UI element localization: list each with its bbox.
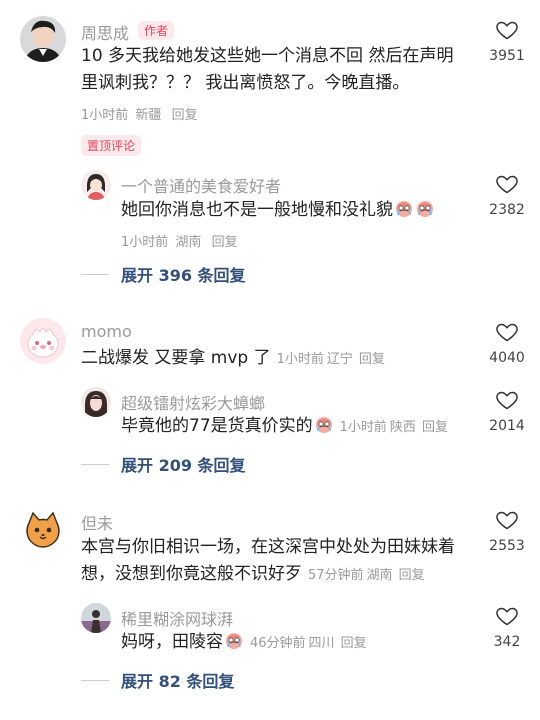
commenter-name[interactable]: momo (81, 322, 132, 341)
heart-outline-icon[interactable] (495, 604, 519, 628)
comment-line: 想，没想到你竟这般不识好歹 (81, 564, 302, 584)
comment-time: 1小时前 (276, 352, 324, 367)
reply-time: 46分钟前 (250, 636, 306, 651)
comment-location: 辽宁 (326, 352, 353, 367)
like-count: 3951 (489, 48, 525, 64)
reply-location: 四川 (308, 636, 335, 651)
like-button[interactable]: 2014 (481, 388, 533, 434)
reply-content: 毕竟他的77是货真价实的 (121, 416, 313, 436)
divider (81, 463, 109, 465)
comment-location: 新疆 (135, 108, 162, 123)
comment-content: 二战爆发 又要拿 mvp 了 (81, 348, 271, 368)
avatar[interactable] (20, 318, 66, 364)
pinned-badge: 置顶评论 (81, 135, 142, 156)
reply-content: 她回你消息也不是一般地慢和没礼貌 (121, 200, 393, 220)
expand-replies-button[interactable]: 展开 396 条回复 (81, 262, 246, 286)
author-badge: 作者 (138, 21, 175, 40)
reply-location: 陕西 (389, 420, 416, 435)
expand-replies-label[interactable]: 展开 209 条回复 (121, 452, 246, 476)
reply-text: 妈呀，田陵容 46分钟前 四川 回复 (121, 629, 367, 657)
avatar[interactable] (20, 508, 66, 554)
reply-button[interactable]: 回复 (359, 352, 385, 367)
avatar[interactable] (20, 16, 66, 62)
reply-text: 毕竟他的77是货真价实的 1小时前 陕西 回复 (121, 413, 448, 441)
crying-face-emoji (314, 414, 334, 434)
like-button[interactable]: 4040 (481, 320, 533, 366)
crying-face-emoji (394, 198, 414, 218)
reply-button[interactable]: 回复 (422, 420, 448, 435)
reply-location: 湖南 (175, 235, 202, 250)
crying-face-emoji (224, 630, 244, 650)
reply-time: 1小时前 (339, 420, 387, 435)
comment-time: 1小时前 (81, 108, 129, 123)
comment-text: 10 多天我给她发这些她一个消息不回 然后在声明 里讽刺我？？？ 我出离愤怒了。… (81, 43, 453, 97)
like-count: 4040 (489, 350, 525, 366)
reply-avatar[interactable] (81, 387, 111, 417)
expand-replies-button[interactable]: 展开 209 条回复 (81, 452, 246, 476)
reply-button[interactable]: 回复 (172, 108, 198, 123)
reply-button[interactable]: 回复 (399, 568, 425, 583)
reply-avatar[interactable] (81, 603, 111, 633)
reply-text: 她回你消息也不是一般地慢和没礼貌 (121, 197, 435, 224)
divider (81, 679, 109, 681)
divider (81, 273, 109, 275)
like-button[interactable]: 2553 (481, 508, 533, 554)
reply-meta: 1小时前 湖南 回复 (121, 231, 238, 250)
expand-replies-label[interactable]: 展开 82 条回复 (121, 668, 234, 692)
like-button[interactable]: 342 (481, 604, 533, 650)
comment-line: 10 多天我给她发这些她一个消息不回 然后在声明 (81, 46, 454, 66)
reply-button[interactable]: 回复 (212, 235, 238, 250)
comment-location: 湖南 (366, 568, 393, 583)
like-count: 2014 (489, 418, 525, 434)
heart-outline-icon[interactable] (495, 320, 519, 344)
heart-outline-icon[interactable] (495, 388, 519, 412)
like-button[interactable]: 2382 (481, 172, 533, 218)
reply-name[interactable]: 稀里糊涂网球湃 (121, 606, 233, 630)
expand-replies-button[interactable]: 展开 82 条回复 (81, 668, 234, 692)
reply-name[interactable]: 一个普通的美食爱好者 (121, 173, 281, 197)
reply-avatar[interactable] (81, 170, 111, 200)
heart-outline-icon[interactable] (495, 18, 519, 42)
comment-line: 里讽刺我？？？ 我出离愤怒了。今晚直播。 (81, 73, 410, 93)
comment-text: 本宫与你旧相识一场，在这深宫中处处为田妹妹着 想，没想到你竟这般不识好歹 57分钟… (81, 534, 455, 589)
commenter-name[interactable]: 但未 (81, 510, 113, 534)
comment-meta: 1小时前 新疆 回复 (81, 104, 198, 123)
like-count: 2553 (489, 538, 525, 554)
like-count: 342 (493, 634, 521, 650)
reply-button[interactable]: 回复 (341, 636, 367, 651)
comment-text: 二战爆发 又要拿 mvp 了 1小时前 辽宁 回复 (81, 345, 385, 373)
heart-outline-icon[interactable] (495, 172, 519, 196)
reply-time: 1小时前 (121, 235, 169, 250)
crying-face-emoji (415, 198, 435, 218)
like-button[interactable]: 3951 (481, 18, 533, 64)
comment-line: 本宫与你旧相识一场，在这深宫中处处为田妹妹着 (81, 537, 455, 557)
heart-outline-icon[interactable] (495, 508, 519, 532)
like-count: 2382 (489, 202, 525, 218)
reply-name[interactable]: 超级镭射炫彩大蟑螂 (121, 390, 265, 414)
reply-content: 妈呀，田陵容 (121, 632, 223, 652)
expand-replies-label[interactable]: 展开 396 条回复 (121, 262, 246, 286)
comment-time: 57分钟前 (308, 568, 364, 583)
commenter-name[interactable]: 周思成 (81, 20, 129, 44)
